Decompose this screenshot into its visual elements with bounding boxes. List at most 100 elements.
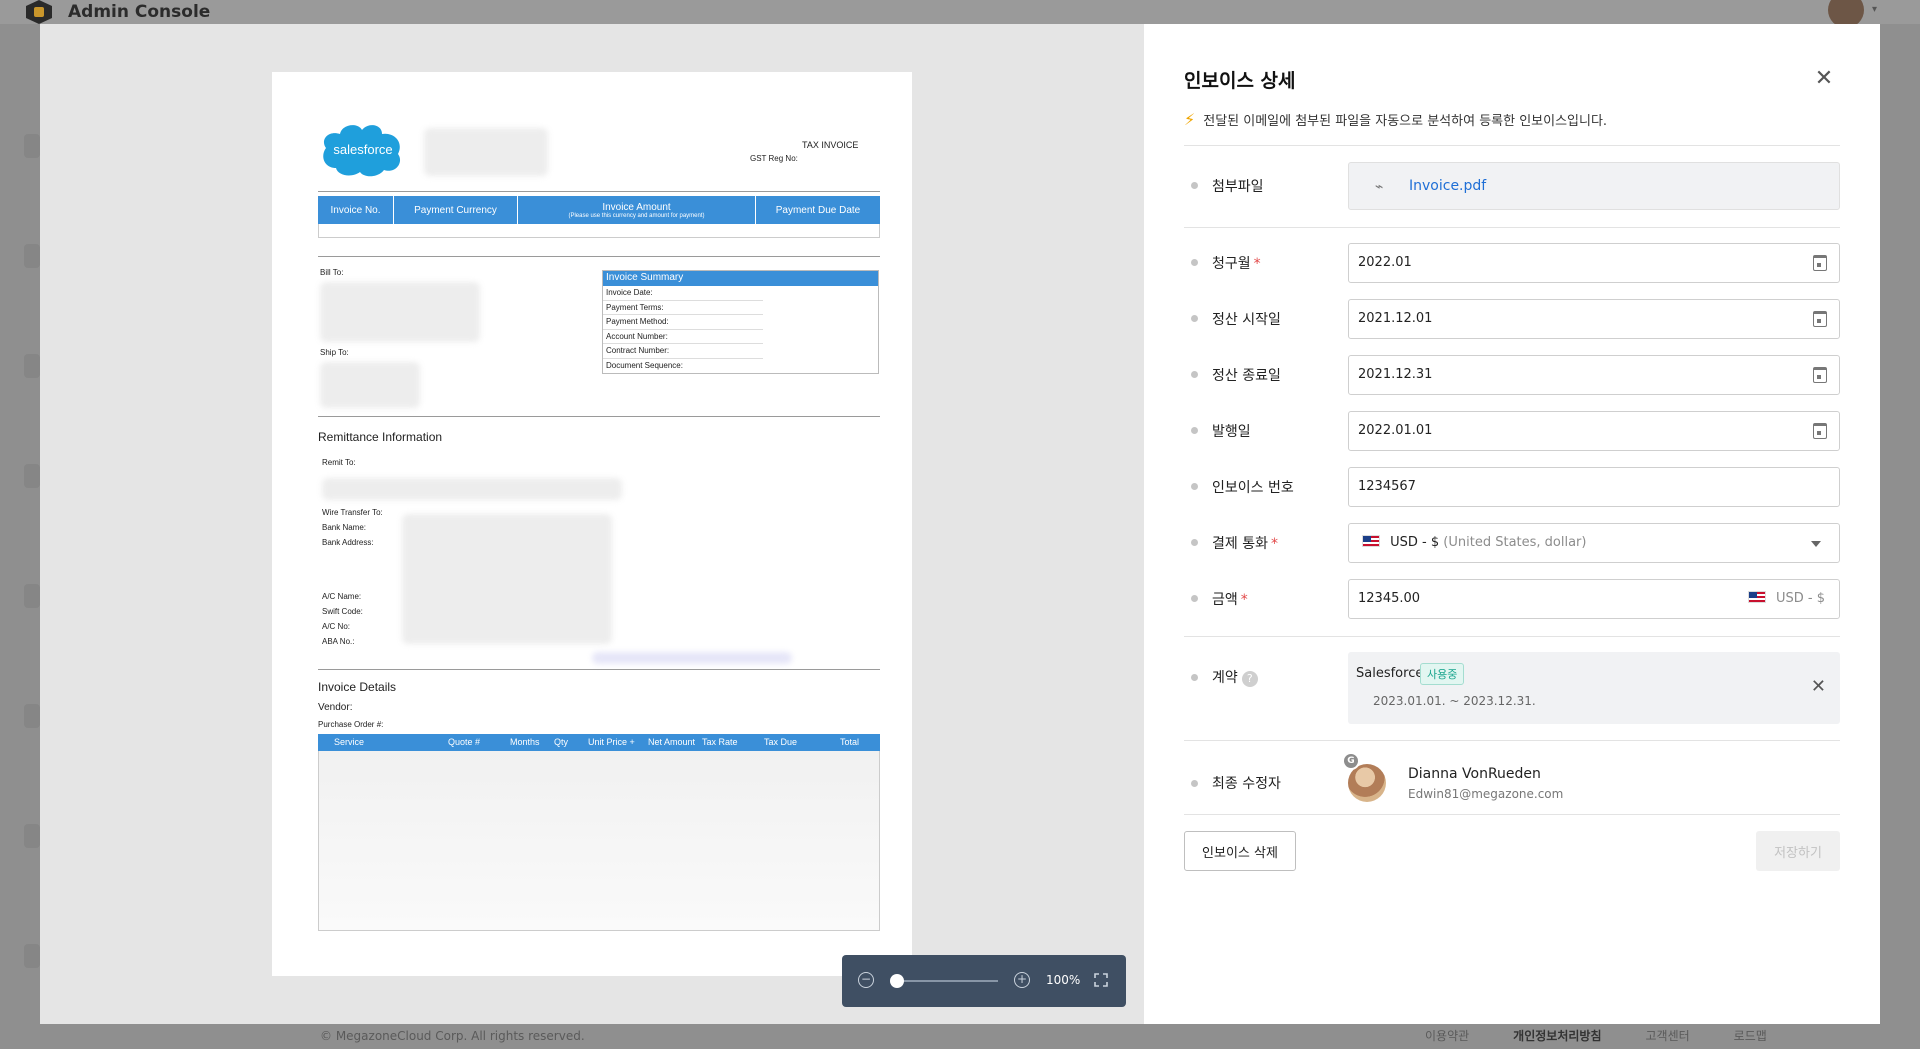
summary-row: Payment Terms:: [603, 301, 763, 315]
amount-value: 12345.00: [1358, 591, 1421, 606]
footer-privacy-link[interactable]: 개인정보처리방침: [1513, 1027, 1601, 1044]
billing-month-row: 청구월 * 2022.01: [1184, 243, 1840, 283]
sidebar-item[interactable]: [24, 824, 40, 848]
invoice-summary: Invoice Summary Invoice Date: Payment Te…: [602, 270, 879, 374]
currency-code: USD - $: [1390, 535, 1440, 550]
remove-contract-icon[interactable]: ✕: [1811, 676, 1826, 697]
vendor-label: Vendor:: [318, 702, 353, 713]
fullscreen-icon[interactable]: [1094, 973, 1108, 987]
settle-start-label: 정산 시작일: [1212, 312, 1281, 328]
redacted-block: [320, 362, 420, 408]
panel-title: 인보이스 상세: [1184, 70, 1296, 92]
currency-label: 결제 통화 *: [1212, 536, 1278, 552]
redacted-block: [592, 652, 792, 664]
billing-month-field[interactable]: 2022.01: [1348, 243, 1840, 283]
tax-invoice-label: TAX INVOICE: [802, 140, 859, 150]
contract-name: Salesforce: [1356, 666, 1424, 681]
redacted-block: [320, 282, 480, 342]
app-title: Admin Console: [68, 2, 211, 22]
details-title: Invoice Details: [318, 680, 397, 694]
settle-start-field[interactable]: 2021.12.01: [1348, 299, 1840, 339]
summary-row: Payment Method:: [603, 315, 763, 330]
summary-title: Invoice Summary: [603, 271, 878, 286]
us-flag-icon: [1747, 591, 1766, 603]
remit-to-label: Remit To:: [322, 458, 356, 467]
invoice-number-input[interactable]: 1234567: [1348, 467, 1840, 507]
lightning-icon: ⚡: [1184, 110, 1196, 129]
redacted-block: [322, 478, 622, 500]
chevron-down-icon[interactable]: ▾: [1872, 4, 1877, 15]
close-icon[interactable]: ✕: [1812, 68, 1836, 92]
avatar: [1348, 764, 1386, 802]
bullet-icon: [1191, 595, 1198, 602]
save-button[interactable]: 저장하기: [1756, 831, 1840, 871]
bill-to-label: Bill To:: [320, 268, 344, 277]
issue-date-row: 발행일 2022.01.01: [1184, 411, 1840, 451]
divider: [318, 669, 880, 670]
sidebar-item[interactable]: [24, 354, 40, 378]
calendar-icon[interactable]: [1813, 423, 1827, 439]
divider: [1184, 740, 1840, 741]
sidebar-item[interactable]: [24, 584, 40, 608]
bullet-icon: [1191, 780, 1198, 787]
summary-row: Invoice Date:: [603, 286, 763, 301]
currency-select[interactable]: USD - $ (United States, dollar): [1348, 523, 1840, 563]
attachment-box: ⌁ Invoice.pdf: [1348, 162, 1840, 210]
sidebar-item[interactable]: [24, 464, 40, 488]
summary-row: Account Number:: [603, 330, 763, 344]
last-editor-label: 최종 수정자: [1212, 776, 1281, 792]
attachment-label: 첨부파일: [1212, 179, 1264, 195]
issue-date-field[interactable]: 2022.01.01: [1348, 411, 1840, 451]
calendar-icon[interactable]: [1813, 367, 1827, 383]
currency-name: (United States, dollar): [1443, 535, 1587, 550]
sidebar-item[interactable]: [24, 704, 40, 728]
details-header-cell: Qty: [554, 737, 569, 747]
zoom-out-icon[interactable]: −: [858, 972, 874, 988]
invoice-header-table: Invoice No. Payment Currency Invoice Amo…: [318, 196, 880, 238]
footer-roadmap-link[interactable]: 로드맵: [1734, 1027, 1767, 1044]
chevron-down-icon[interactable]: [1811, 541, 1821, 547]
sidebar-item[interactable]: [24, 244, 40, 268]
zoom-slider[interactable]: [894, 980, 998, 982]
table-header-cell: Invoice No.: [318, 196, 394, 224]
table-header-cell: Payment Currency: [394, 196, 518, 224]
bullet-icon: [1191, 259, 1198, 266]
details-header-cell: Tax Due: [764, 737, 798, 747]
editor-name: Dianna VonRueden: [1408, 766, 1541, 782]
invoice-modal: salesforce TAX INVOICE GST Reg No: Invoi…: [40, 24, 1880, 1024]
divider: [318, 416, 880, 417]
settle-start-value: 2021.12.01: [1358, 311, 1433, 326]
ac-no-label: A/C No:: [322, 622, 351, 631]
details-table-header: Service Quote # Months Qty Unit Price + …: [318, 734, 880, 751]
billing-month-value: 2022.01: [1358, 255, 1412, 270]
bank-address-label: Bank Address:: [322, 538, 374, 547]
po-label: Purchase Order #:: [318, 720, 384, 729]
summary-row: Contract Number:: [603, 344, 763, 359]
gst-reg-label: GST Reg No:: [750, 154, 798, 163]
document-viewer[interactable]: salesforce TAX INVOICE GST Reg No: Invoi…: [40, 24, 1144, 1024]
attachment-link[interactable]: Invoice.pdf: [1409, 178, 1486, 194]
wire-label: Wire Transfer To:: [322, 508, 383, 517]
bullet-icon: [1191, 315, 1198, 322]
google-badge-icon: G: [1342, 752, 1360, 770]
amount-input[interactable]: 12345.00 USD - $: [1348, 579, 1840, 619]
app-header: Admin Console ▾: [0, 0, 1920, 28]
settle-end-field[interactable]: 2021.12.31: [1348, 355, 1840, 395]
calendar-icon[interactable]: [1813, 311, 1827, 327]
zoom-slider-handle[interactable]: [890, 974, 904, 988]
contract-label: 계약?: [1212, 667, 1258, 687]
sidebar-item[interactable]: [24, 134, 40, 158]
help-icon[interactable]: ?: [1241, 671, 1258, 687]
footer-support-link[interactable]: 고객센터: [1646, 1027, 1690, 1044]
details-header-cell: Net Amount: [648, 737, 696, 747]
bullet-icon: [1191, 182, 1198, 189]
zoom-in-icon[interactable]: +: [1014, 972, 1030, 988]
bank-name-label: Bank Name:: [322, 523, 367, 532]
delete-invoice-button[interactable]: 인보이스 삭제: [1184, 831, 1296, 871]
swift-code-label: Swift Code:: [322, 607, 363, 616]
calendar-icon[interactable]: [1813, 255, 1827, 271]
sidebar-item[interactable]: [24, 944, 40, 968]
zoom-toolbar: − + 100%: [842, 955, 1126, 1007]
invoice-detail-panel: 인보이스 상세 ✕ ⚡ 전달된 이메일에 첨부된 파일을 자동으로 분석하여 등…: [1144, 24, 1880, 1024]
footer-terms-link[interactable]: 이용약관: [1425, 1027, 1469, 1044]
